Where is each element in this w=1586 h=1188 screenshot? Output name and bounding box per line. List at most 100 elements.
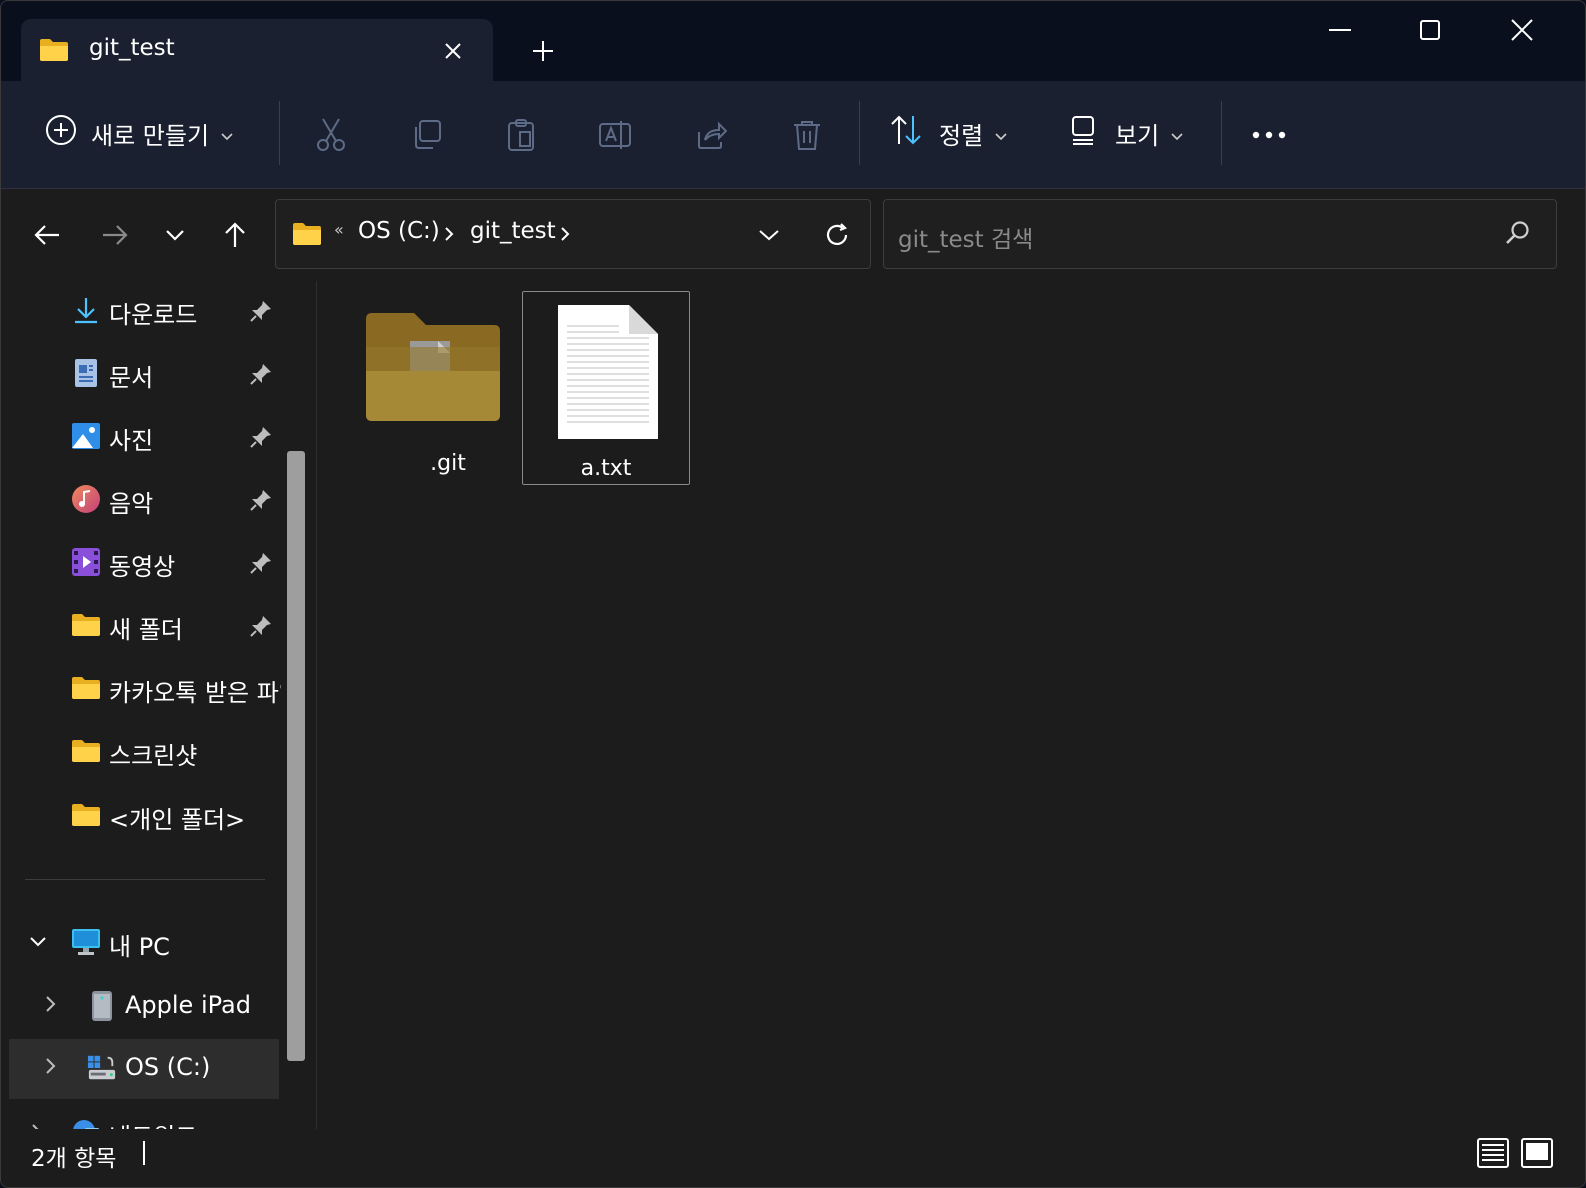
sidebar-item-network[interactable]: 네트워크 — [1, 1103, 281, 1129]
sidebar-item-label: 카카오톡 받은 파일 — [109, 679, 281, 707]
address-bar[interactable]: « OS (C:) git_test — [275, 199, 871, 269]
pin-icon[interactable] — [249, 614, 273, 642]
chevron-right-icon[interactable] — [45, 1057, 57, 1079]
folder-icon — [292, 222, 322, 250]
chevron-right-icon[interactable] — [560, 226, 570, 246]
sidebar-item-label: 네트워크 — [109, 1117, 281, 1129]
large-icons-view-icon[interactable] — [1519, 1135, 1555, 1171]
toolbar-divider — [859, 101, 860, 165]
videos-icon — [71, 547, 101, 577]
folder-icon — [71, 673, 101, 703]
rename-icon[interactable] — [591, 111, 639, 159]
sidebar-item-apple-ipad[interactable]: Apple iPad — [1, 977, 281, 1037]
toolbar-divider — [1221, 101, 1222, 165]
sidebar-item-music[interactable]: 음악 — [1, 470, 281, 530]
pin-icon[interactable] — [249, 299, 273, 327]
address-dropdown-icon[interactable] — [754, 220, 784, 250]
forward-arrow-icon[interactable] — [93, 213, 137, 257]
chevron-down-icon — [995, 119, 1007, 147]
back-arrow-icon[interactable] — [25, 213, 69, 257]
share-icon[interactable] — [687, 111, 735, 159]
download-icon — [71, 295, 101, 325]
folder-icon — [71, 800, 101, 830]
toolbar-divider — [279, 101, 280, 165]
status-separator — [143, 1141, 145, 1165]
sidebar-item-downloads[interactable]: 다운로드 — [1, 281, 281, 341]
sort-button-label: 정렬 — [939, 121, 984, 150]
sidebar-scrollbar[interactable] — [287, 451, 305, 1061]
sidebar-item-os-drive[interactable]: OS (C:) — [9, 1039, 279, 1099]
tab-git-test[interactable]: git_test — [21, 19, 493, 81]
drive-icon — [87, 1053, 117, 1083]
sidebar-item-label: OS (C:) — [125, 1053, 211, 1081]
chevron-down-icon — [221, 119, 233, 147]
pin-icon[interactable] — [249, 425, 273, 453]
pin-icon[interactable] — [249, 362, 273, 390]
file-item-a-txt[interactable]: a.txt — [522, 291, 690, 485]
more-options-icon[interactable] — [1245, 111, 1293, 159]
command-bar: 새로 만들기 정렬 보기 — [1, 81, 1585, 189]
details-view-icon[interactable] — [1475, 1135, 1511, 1171]
navigation-pane: 다운로드 문서 사진 음악 동영상 새 폴더 카카오톡 받은 파 스크린샷 <개… — [1, 281, 317, 1129]
music-icon — [71, 484, 101, 514]
sidebar-item-label: <개인 폴더> — [109, 806, 246, 834]
delete-icon[interactable] — [783, 111, 831, 159]
copy-icon[interactable] — [403, 111, 451, 159]
file-name: .git — [430, 451, 466, 476]
sort-button[interactable]: 정렬 — [889, 109, 1007, 157]
pin-icon[interactable] — [249, 551, 273, 579]
chevron-down-icon — [1171, 119, 1183, 147]
refresh-icon[interactable] — [820, 218, 854, 252]
breadcrumb-folder[interactable]: git_test — [470, 218, 556, 244]
sidebar-item-personal-folder[interactable]: <개인 폴더> — [1, 786, 281, 846]
chevron-down-icon[interactable] — [29, 933, 47, 952]
search-box[interactable]: git_test 검색 — [883, 199, 1557, 269]
new-button[interactable]: 새로 만들기 — [45, 109, 233, 157]
view-icon — [1069, 115, 1097, 151]
close-window-button[interactable] — [1487, 7, 1557, 53]
status-bar: 2개 항목 — [1, 1129, 1585, 1187]
sidebar-item-new-folder[interactable]: 새 폴더 — [1, 596, 281, 656]
folder-icon — [39, 37, 69, 67]
sidebar-item-kakaotalk[interactable]: 카카오톡 받은 파일 — [1, 659, 281, 719]
ipad-icon — [87, 991, 117, 1021]
up-arrow-icon[interactable] — [213, 213, 257, 257]
sidebar-item-this-pc[interactable]: 내 PC — [1, 913, 281, 973]
network-icon — [71, 1117, 101, 1129]
minimize-button[interactable] — [1305, 7, 1375, 53]
file-item-git-folder[interactable]: .git — [364, 291, 532, 485]
item-count: 2개 항목 — [31, 1146, 117, 1172]
folder-icon — [71, 736, 101, 766]
search-placeholder: git_test 검색 — [898, 227, 1034, 253]
recent-locations-icon[interactable] — [153, 213, 197, 257]
pin-icon[interactable] — [249, 488, 273, 516]
chevron-right-icon[interactable] — [45, 995, 57, 1017]
folder-icon — [71, 610, 101, 640]
sidebar-item-videos[interactable]: 동영상 — [1, 533, 281, 593]
breadcrumb-overflow[interactable]: « — [334, 220, 344, 239]
navigation-row: « OS (C:) git_test git_test 검색 — [1, 189, 1585, 281]
sidebar-item-label: Apple iPad — [125, 991, 251, 1019]
breadcrumb-drive[interactable]: OS (C:) — [358, 218, 440, 244]
sidebar-item-pictures[interactable]: 사진 — [1, 407, 281, 467]
close-tab-icon[interactable] — [435, 33, 471, 69]
view-button[interactable]: 보기 — [1069, 109, 1183, 157]
title-bar: git_test — [1, 1, 1585, 81]
computer-icon — [71, 927, 101, 957]
sidebar-item-label: 내 PC — [109, 933, 170, 961]
tab-title: git_test — [89, 35, 175, 61]
cut-icon[interactable] — [307, 111, 355, 159]
sidebar-item-documents[interactable]: 문서 — [1, 344, 281, 404]
maximize-button[interactable] — [1395, 7, 1465, 53]
paste-icon[interactable] — [497, 111, 545, 159]
search-icon[interactable] — [1504, 220, 1530, 250]
file-explorer-window: git_test 새로 만들기 정렬 보기 « OS (C:) git_test… — [0, 0, 1586, 1188]
chevron-right-icon[interactable] — [444, 226, 454, 246]
sidebar-item-screenshots[interactable]: 스크린샷 — [1, 722, 281, 782]
new-button-label: 새로 만들기 — [91, 121, 210, 150]
new-tab-button[interactable] — [521, 31, 565, 71]
sort-icon — [889, 114, 925, 152]
sidebar-item-label: 스크린샷 — [109, 742, 198, 770]
view-button-label: 보기 — [1115, 121, 1160, 150]
text-file-icon — [557, 304, 659, 444]
